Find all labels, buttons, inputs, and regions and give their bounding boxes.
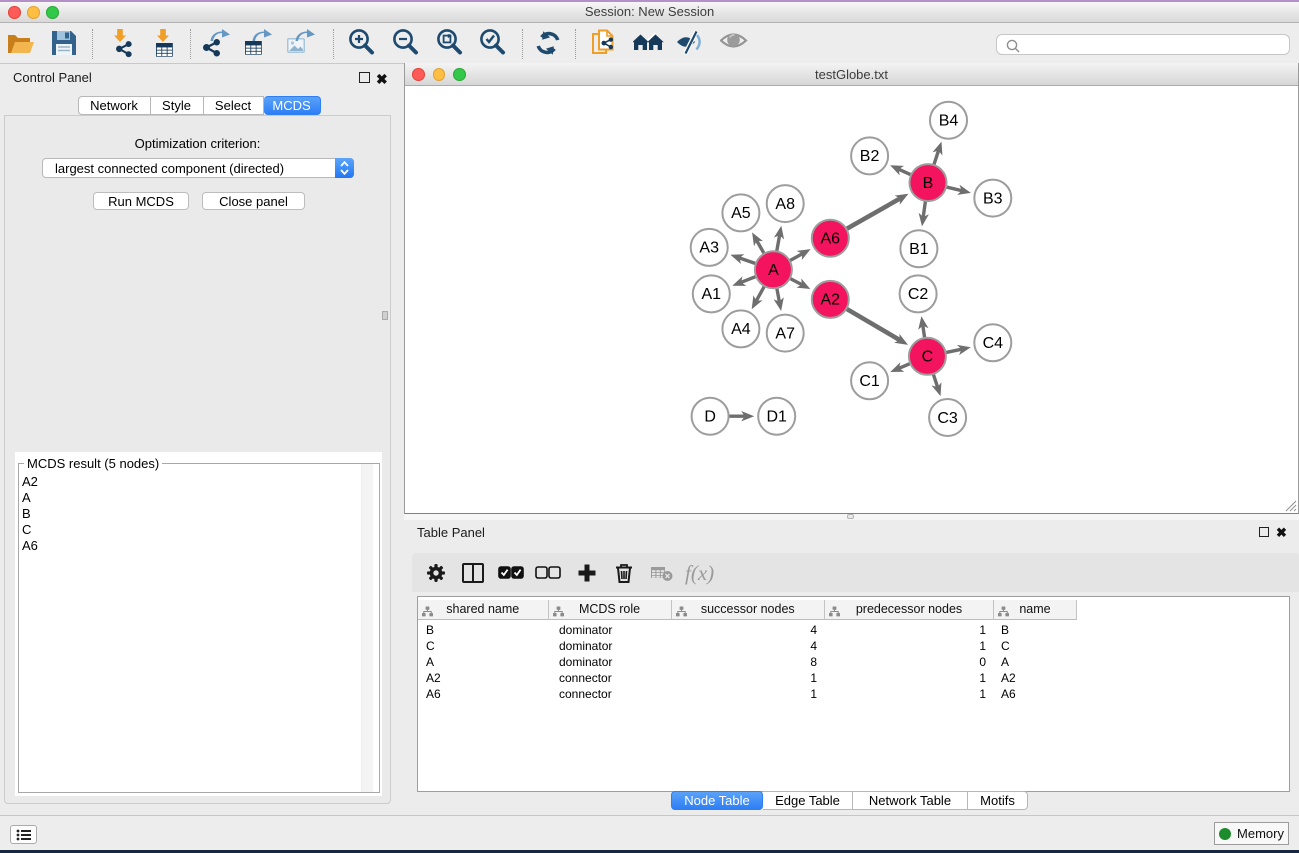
svg-text:A6: A6	[821, 230, 841, 247]
svg-text:B4: B4	[939, 112, 959, 129]
svg-text:A5: A5	[731, 205, 751, 222]
svg-text:C1: C1	[859, 373, 880, 390]
svg-text:C3: C3	[937, 409, 958, 426]
svg-text:A3: A3	[699, 239, 719, 256]
svg-text:D1: D1	[766, 408, 787, 425]
svg-text:A8: A8	[775, 195, 795, 212]
svg-text:B2: B2	[860, 148, 880, 165]
svg-text:A2: A2	[821, 291, 841, 308]
svg-text:B1: B1	[909, 241, 929, 258]
svg-text:A: A	[768, 262, 779, 279]
svg-text:A1: A1	[702, 286, 722, 303]
svg-text:A7: A7	[775, 325, 795, 342]
svg-text:B: B	[923, 174, 934, 191]
svg-text:C4: C4	[983, 335, 1004, 352]
svg-text:D: D	[704, 408, 716, 425]
svg-text:C: C	[922, 348, 934, 365]
svg-text:A4: A4	[731, 321, 751, 338]
svg-text:C2: C2	[908, 286, 929, 303]
svg-text:B3: B3	[983, 190, 1003, 207]
